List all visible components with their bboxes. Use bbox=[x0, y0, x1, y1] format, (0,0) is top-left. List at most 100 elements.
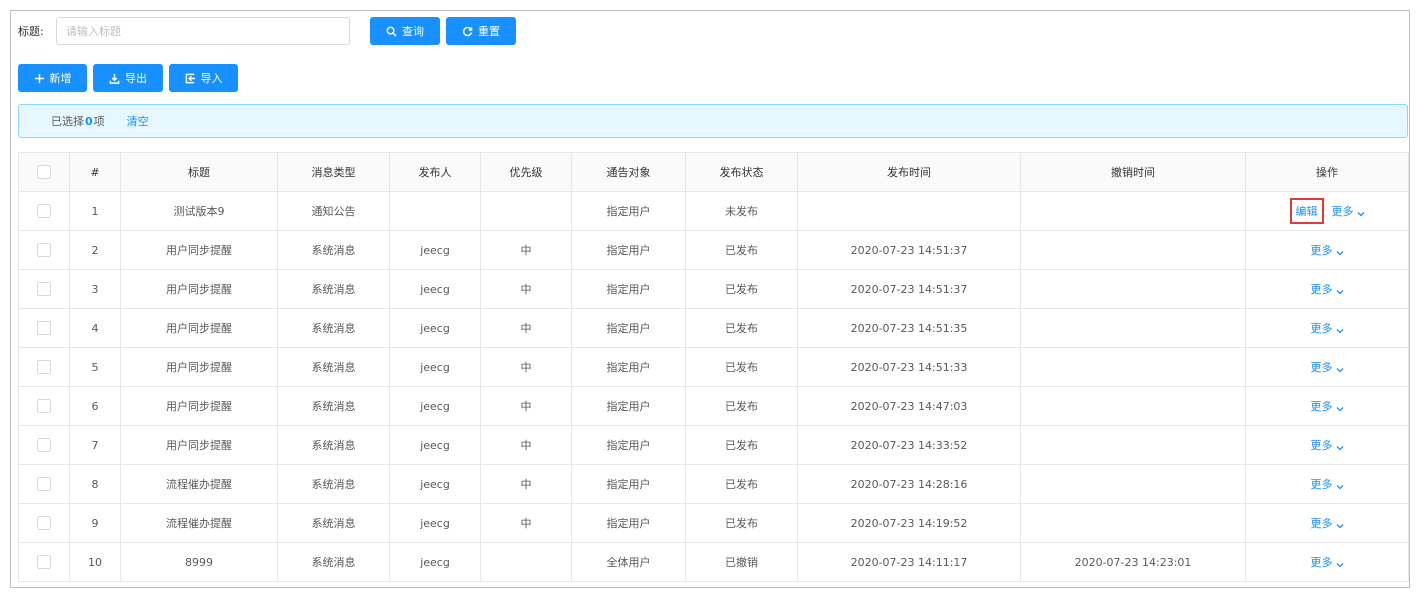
cell-revoke-time bbox=[1020, 464, 1246, 504]
cell-revoke-time bbox=[1020, 386, 1246, 426]
cell-publisher bbox=[389, 191, 481, 231]
cell-actions: 更多 bbox=[1245, 269, 1409, 309]
more-dropdown-label: 更多 bbox=[1310, 361, 1333, 374]
cell-publish-time: 2020-07-23 14:28:16 bbox=[797, 464, 1021, 504]
cell-message-type: 系统消息 bbox=[277, 347, 390, 387]
more-dropdown[interactable]: 更多 bbox=[1311, 478, 1344, 491]
header-title: 标题 bbox=[120, 152, 278, 192]
download-icon bbox=[109, 73, 120, 84]
chevron-down-icon bbox=[1336, 559, 1344, 568]
cell-index: 2 bbox=[69, 230, 121, 270]
table-row: 5 用户同步提醒 系统消息 jeecg 中指定用户 已发布 2020-07-23 14:51… bbox=[18, 347, 1409, 387]
row-checkbox[interactable] bbox=[37, 477, 51, 491]
import-button[interactable]: 导入 bbox=[169, 64, 238, 92]
more-dropdown-label: 更多 bbox=[1331, 205, 1354, 218]
cell-revoke-time bbox=[1020, 347, 1246, 387]
cell-message-type: 系统消息 bbox=[277, 503, 390, 543]
more-dropdown[interactable]: 更多 bbox=[1311, 322, 1344, 335]
cell-revoke-time bbox=[1020, 230, 1246, 270]
cell-message-type: 系统消息 bbox=[277, 230, 390, 270]
cell-title: 用户同步提醒 bbox=[120, 230, 278, 270]
cell-select bbox=[18, 464, 70, 504]
row-checkbox[interactable] bbox=[37, 399, 51, 413]
cell-status: 已发布 bbox=[685, 230, 798, 270]
more-dropdown-label: 更多 bbox=[1310, 283, 1333, 296]
more-dropdown[interactable]: 更多 bbox=[1311, 244, 1344, 257]
import-button-label: 导入 bbox=[200, 72, 223, 85]
import-icon bbox=[185, 73, 195, 83]
row-checkbox[interactable] bbox=[37, 516, 51, 530]
cell-status: 已发布 bbox=[685, 269, 798, 309]
more-dropdown[interactable]: 更多 bbox=[1311, 283, 1344, 296]
edit-link[interactable]: 编辑 bbox=[1289, 198, 1324, 224]
more-dropdown-label: 更多 bbox=[1310, 439, 1333, 452]
cell-title: 用户同步提醒 bbox=[120, 425, 278, 465]
header-select-all bbox=[18, 152, 70, 192]
cell-priority bbox=[480, 542, 572, 582]
selection-suffix: 项 bbox=[93, 115, 105, 128]
table-row: 2 用户同步提醒 系统消息 jeecg 中指定用户 已发布 2020-07-23 14:51… bbox=[18, 230, 1409, 270]
cell-select bbox=[18, 503, 70, 543]
row-checkbox[interactable] bbox=[37, 204, 51, 218]
cell-target: 指定用户 bbox=[571, 347, 686, 387]
row-checkbox[interactable] bbox=[37, 282, 51, 296]
cell-status: 已发布 bbox=[685, 308, 798, 348]
more-dropdown-label: 更多 bbox=[1310, 322, 1333, 335]
add-button-label: 新增 bbox=[49, 72, 72, 85]
header-status: 发布状态 bbox=[685, 152, 798, 192]
more-dropdown[interactable]: 更多 bbox=[1311, 556, 1344, 569]
export-button[interactable]: 导出 bbox=[93, 64, 163, 92]
cell-title: 流程催办提醒 bbox=[120, 464, 278, 504]
cell-index: 7 bbox=[69, 425, 121, 465]
add-button[interactable]: 新增 bbox=[18, 64, 87, 92]
action-toolbar: 新增 导出 导入 bbox=[18, 64, 238, 92]
cell-publisher: jeecg bbox=[389, 386, 481, 426]
cell-priority bbox=[480, 191, 572, 231]
row-checkbox[interactable] bbox=[37, 360, 51, 374]
chevron-down-icon bbox=[1336, 403, 1344, 412]
more-dropdown[interactable]: 更多 bbox=[1311, 517, 1344, 530]
query-button[interactable]: 查询 bbox=[370, 17, 440, 45]
row-checkbox[interactable] bbox=[37, 438, 51, 452]
cell-select bbox=[18, 230, 70, 270]
cell-message-type: 系统消息 bbox=[277, 464, 390, 504]
more-dropdown[interactable]: 更多 bbox=[1332, 205, 1365, 218]
more-dropdown[interactable]: 更多 bbox=[1311, 361, 1344, 374]
clear-selection-link[interactable]: 清空 bbox=[127, 113, 149, 129]
cell-target: 全体用户 bbox=[571, 542, 686, 582]
cell-priority: 中 bbox=[480, 464, 572, 504]
row-checkbox[interactable] bbox=[37, 243, 51, 257]
cell-publisher: jeecg bbox=[389, 542, 481, 582]
select-all-checkbox[interactable] bbox=[37, 165, 51, 179]
cell-actions: 更多 bbox=[1245, 464, 1409, 504]
cell-actions: 编辑 更多 bbox=[1245, 191, 1409, 231]
cell-message-type: 系统消息 bbox=[277, 425, 390, 465]
cell-title: 用户同步提醒 bbox=[120, 386, 278, 426]
cell-publish-time: 2020-07-23 14:51:37 bbox=[797, 269, 1021, 309]
cell-publish-time: 2020-07-23 14:33:52 bbox=[797, 425, 1021, 465]
header-actions: 操作 bbox=[1245, 152, 1409, 192]
cell-status: 已发布 bbox=[685, 503, 798, 543]
more-dropdown-label: 更多 bbox=[1310, 400, 1333, 413]
table-header-row: # 标题 消息类型 发布人 优先级 通告对象 发布状态 发布时间 撤销时间 操作 bbox=[18, 152, 1409, 192]
cell-publisher: jeecg bbox=[389, 503, 481, 543]
row-checkbox[interactable] bbox=[37, 555, 51, 569]
cell-publisher: jeecg bbox=[389, 308, 481, 348]
more-dropdown[interactable]: 更多 bbox=[1311, 400, 1344, 413]
reset-button[interactable]: 重置 bbox=[446, 17, 516, 45]
cell-index: 9 bbox=[69, 503, 121, 543]
cell-publish-time: 2020-07-23 14:51:37 bbox=[797, 230, 1021, 270]
more-dropdown-label: 更多 bbox=[1310, 556, 1333, 569]
search-bar: 标题: 查询 重置 bbox=[18, 17, 516, 45]
cell-revoke-time bbox=[1020, 269, 1246, 309]
reset-button-label: 重置 bbox=[478, 25, 500, 38]
cell-publisher: jeecg bbox=[389, 269, 481, 309]
cell-index: 3 bbox=[69, 269, 121, 309]
table-row: 10 8999 系统消息 jeecg 全体用户 已撤销 2020-07-23 14:11:1… bbox=[18, 542, 1409, 582]
title-search-input[interactable] bbox=[56, 17, 350, 45]
more-dropdown[interactable]: 更多 bbox=[1311, 439, 1344, 452]
cell-publisher: jeecg bbox=[389, 230, 481, 270]
row-checkbox[interactable] bbox=[37, 321, 51, 335]
cell-publisher: jeecg bbox=[389, 464, 481, 504]
cell-select bbox=[18, 347, 70, 387]
